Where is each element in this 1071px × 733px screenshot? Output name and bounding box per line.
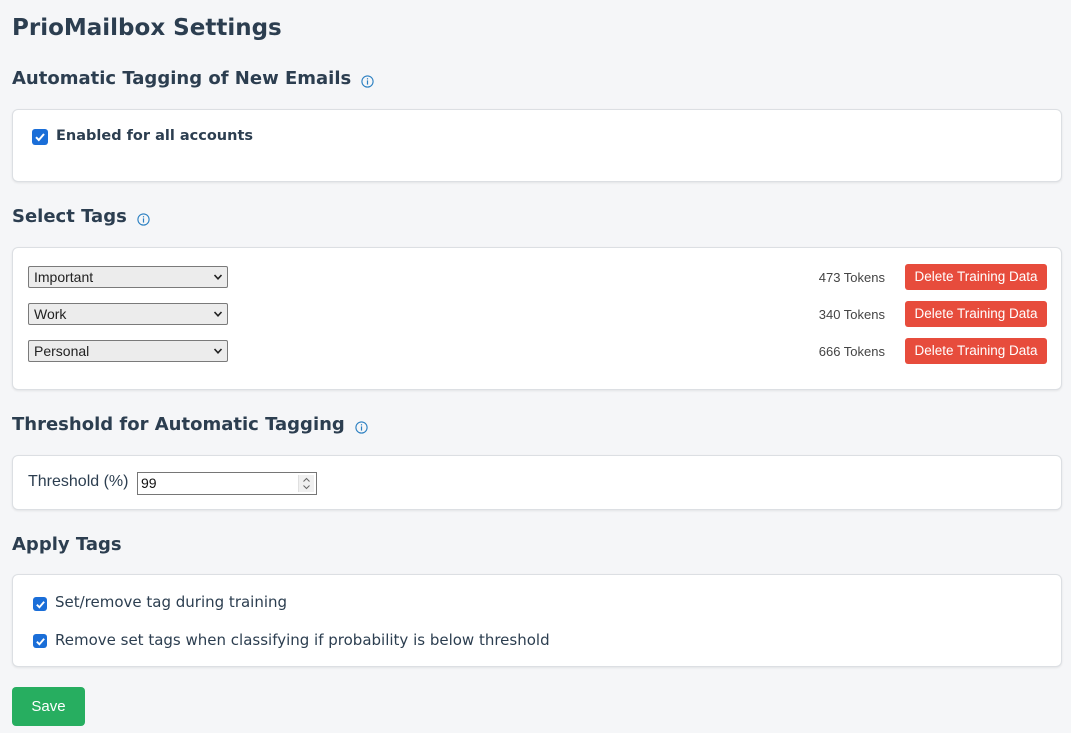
threshold-value: 99	[141, 475, 157, 491]
chevron-down-icon	[213, 348, 223, 354]
tag-select[interactable]: Work	[28, 303, 228, 325]
enabled-checkbox[interactable]	[32, 129, 48, 145]
token-count: 666 Tokens	[818, 344, 885, 359]
chevron-down-icon	[213, 274, 223, 280]
threshold-stepper[interactable]	[298, 475, 314, 492]
auto-tagging-card: Enabled for all accounts	[12, 109, 1062, 182]
remove-below-threshold-label: Remove set tags when classifying if prob…	[55, 631, 550, 649]
remove-below-threshold-checkbox[interactable]	[33, 634, 47, 648]
tag-select[interactable]: Important	[28, 266, 228, 288]
save-button[interactable]: Save	[12, 687, 85, 726]
apply-tags-card: Set/remove tag during training Remove se…	[12, 574, 1062, 667]
apply-tags-heading-text: Apply Tags	[12, 534, 122, 555]
token-count: 340 Tokens	[818, 307, 885, 322]
check-icon	[35, 133, 45, 142]
tag-select-value: Personal	[34, 343, 90, 359]
chevron-down-icon	[213, 311, 223, 317]
threshold-input[interactable]: 99	[137, 472, 317, 495]
select-tags-card: Important 473 Tokens Delete Training Dat…	[12, 247, 1062, 390]
threshold-heading: Threshold for Automatic Tagging	[12, 414, 368, 435]
enabled-label: Enabled for all accounts	[56, 128, 254, 144]
auto-tagging-heading-text: Automatic Tagging of New Emails	[12, 68, 352, 89]
select-tags-heading: Select Tags	[12, 206, 150, 227]
threshold-label: Threshold (%)	[28, 473, 129, 490]
delete-training-data-button[interactable]: Delete Training Data	[905, 301, 1047, 327]
check-icon	[35, 637, 45, 646]
token-count: 473 Tokens	[818, 270, 885, 285]
threshold-card: Threshold (%) 99	[12, 455, 1062, 510]
apply-tags-heading: Apply Tags	[12, 534, 122, 555]
info-icon[interactable]	[355, 418, 368, 434]
set-remove-tag-label: Set/remove tag during training	[55, 593, 288, 611]
check-icon	[35, 600, 45, 609]
select-tags-heading-text: Select Tags	[12, 206, 127, 227]
stepper-arrows-icon	[303, 477, 310, 490]
page-title: PrioMailbox Settings	[12, 15, 282, 41]
set-remove-tag-checkbox[interactable]	[33, 597, 47, 611]
delete-training-data-button[interactable]: Delete Training Data	[905, 338, 1047, 364]
info-icon[interactable]	[137, 210, 150, 226]
auto-tagging-heading: Automatic Tagging of New Emails	[12, 68, 374, 89]
tag-select[interactable]: Personal	[28, 340, 228, 362]
delete-training-data-button[interactable]: Delete Training Data	[905, 264, 1047, 290]
tag-select-value: Work	[34, 306, 67, 322]
tag-select-value: Important	[34, 269, 94, 285]
threshold-heading-text: Threshold for Automatic Tagging	[12, 414, 345, 435]
info-icon[interactable]	[361, 72, 374, 88]
